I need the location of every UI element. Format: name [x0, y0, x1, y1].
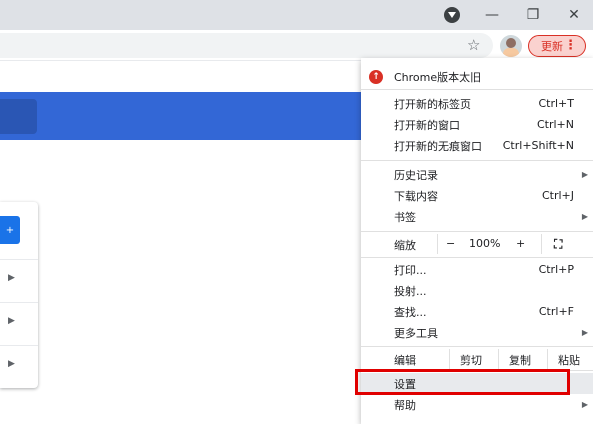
menu-item-cast[interactable]: 投射... [361, 280, 593, 301]
fullscreen-icon[interactable]: ⛶ [554, 237, 562, 252]
menu-item-label: 查找... [394, 305, 427, 319]
zoom-label: 缩放 [394, 239, 416, 252]
submenu-arrow-icon: ▶ [581, 212, 588, 221]
menu-item-label: 打印... [394, 263, 427, 277]
update-notice-label: Chrome版本太旧 [394, 71, 482, 84]
minimize-icon[interactable]: — [477, 0, 507, 30]
menu-item-shortcut: Ctrl+T [538, 97, 574, 110]
edit-label: 编辑 [394, 354, 416, 367]
menu-item-label: 下载内容 [394, 189, 438, 203]
settings-highlight-box [355, 369, 570, 395]
menu-divider [361, 89, 593, 90]
submenu-arrow-icon: ▶ [581, 170, 588, 179]
menu-item-shortcut: Ctrl+Shift+N [502, 139, 574, 152]
bookmark-star-icon[interactable]: ☆ [467, 36, 480, 54]
menu-item-more-tools[interactable]: 更多工具 ▶ [361, 322, 593, 343]
menu-zoom-row: 缩放 − 100% + ⛶ [361, 232, 593, 256]
menu-item-label: 更多工具 [394, 326, 438, 340]
menu-item-label: 投射... [394, 284, 427, 298]
avatar[interactable] [500, 35, 522, 57]
menu-edit-row: 编辑 剪切 复制 粘贴 [361, 347, 593, 370]
card-row[interactable]: ▶ [0, 345, 38, 389]
menu-item-bookmarks[interactable]: 书签 ▶ [361, 206, 593, 227]
card-action-button[interactable]: + [0, 216, 20, 244]
update-button[interactable]: 更新 ⋮ [528, 35, 586, 57]
menu-item-shortcut: Ctrl+F [538, 305, 574, 318]
update-arrow-icon: ↑ [369, 70, 383, 84]
restore-icon[interactable]: ❐ [518, 0, 548, 30]
profile-dropdown-icon[interactable] [444, 7, 460, 23]
submenu-arrow-icon: ▶ [581, 400, 588, 409]
menu-item-new-tab[interactable]: 打开新的标签页 Ctrl+T [361, 93, 593, 114]
chevron-right-icon: ▶ [8, 273, 15, 283]
edit-divider [547, 349, 548, 369]
title-bar: — ❐ ✕ [0, 0, 593, 30]
menu-divider [361, 160, 593, 161]
menu-item-label: 帮助 [394, 398, 416, 412]
edit-divider [498, 349, 499, 369]
zoom-level: 100% [469, 237, 501, 250]
menu-item-print[interactable]: 打印... Ctrl+P [361, 259, 593, 280]
zoom-in-button[interactable]: + [516, 237, 525, 250]
copy-button[interactable]: 复制 [509, 352, 531, 368]
menu-item-shortcut: Ctrl+J [541, 189, 574, 202]
menu-item-downloads[interactable]: 下载内容 Ctrl+J [361, 185, 593, 206]
menu-item-help[interactable]: 帮助 ▶ [361, 394, 593, 415]
menu-item-label: 历史记录 [394, 168, 438, 182]
menu-item-shortcut: Ctrl+N [536, 118, 574, 131]
menu-item-find[interactable]: 查找... Ctrl+F [361, 301, 593, 322]
address-bar[interactable] [0, 33, 493, 58]
menu-item-history[interactable]: 历史记录 ▶ [361, 164, 593, 185]
edit-divider [449, 349, 450, 369]
menu-item-label: 打开新的标签页 [394, 97, 471, 111]
menu-item-label: 打开新的窗口 [394, 118, 460, 132]
more-vert-icon: ⋮ [564, 38, 577, 53]
close-icon[interactable]: ✕ [559, 0, 589, 30]
chevron-right-icon: ▶ [8, 359, 15, 369]
page-banner [0, 92, 362, 140]
menu-item-label: 书签 [394, 210, 416, 224]
browser-toolbar: ☆ 更新 ⋮ [0, 30, 593, 61]
menu-item-new-window[interactable]: 打开新的窗口 Ctrl+N [361, 114, 593, 135]
zoom-out-button[interactable]: − [446, 237, 455, 250]
menu-item-shortcut: Ctrl+P [538, 263, 574, 276]
settings-card: + ▶ ▶ ▶ [0, 202, 38, 388]
menu-divider [361, 257, 593, 258]
update-button-label: 更新 [541, 40, 563, 53]
zoom-divider [437, 234, 438, 254]
zoom-divider [541, 234, 542, 254]
menu-item-update-notice[interactable]: ↑ Chrome版本太旧 [361, 62, 593, 86]
submenu-arrow-icon: ▶ [581, 328, 588, 337]
banner-search-box[interactable] [0, 99, 37, 134]
menu-item-label: 打开新的无痕窗口 [394, 139, 482, 153]
card-row[interactable]: ▶ [0, 302, 38, 346]
menu-item-new-incognito-window[interactable]: 打开新的无痕窗口 Ctrl+Shift+N [361, 135, 593, 156]
chevron-right-icon: ▶ [8, 316, 15, 326]
card-row[interactable]: ▶ [0, 259, 38, 303]
paste-button[interactable]: 粘贴 [558, 352, 580, 368]
cut-button[interactable]: 剪切 [460, 352, 482, 368]
